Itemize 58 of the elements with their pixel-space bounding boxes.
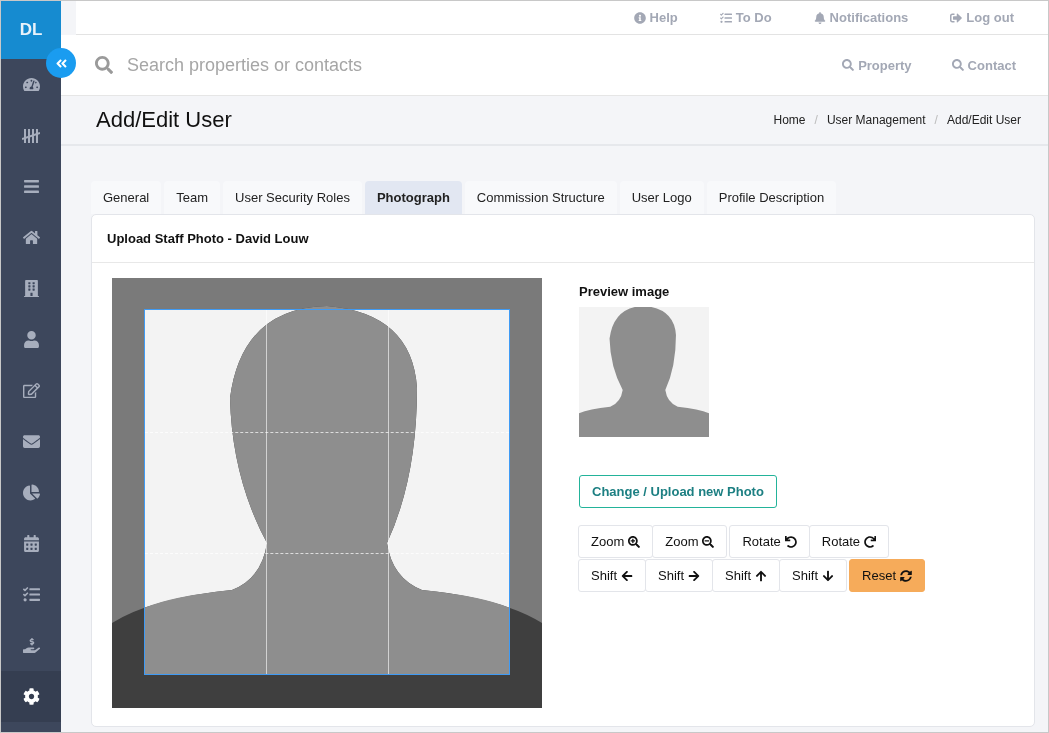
page-title: Add/Edit User bbox=[96, 107, 232, 133]
edit-icon bbox=[22, 382, 40, 399]
settings-icon bbox=[22, 688, 40, 705]
checklist-icon bbox=[719, 11, 732, 24]
arrow-down-icon bbox=[822, 569, 835, 582]
crop-box[interactable] bbox=[144, 309, 510, 675]
envelope-icon bbox=[22, 433, 40, 450]
rotate-left-icon bbox=[784, 535, 797, 548]
tab[interactable]: Team bbox=[164, 181, 221, 214]
toolbar-button[interactable]: Rotate bbox=[808, 525, 890, 558]
building-icon bbox=[22, 280, 40, 297]
arrow-left-icon bbox=[621, 569, 633, 582]
toolbar-button[interactable]: Shift bbox=[712, 559, 781, 592]
zoom-out-icon bbox=[702, 535, 715, 548]
tab[interactable]: User Logo bbox=[619, 181, 704, 214]
menu-icon bbox=[22, 178, 40, 195]
search-icon bbox=[95, 56, 113, 74]
tab[interactable]: User Security Roles bbox=[223, 181, 362, 214]
logout-icon bbox=[950, 11, 963, 24]
search-icon bbox=[842, 59, 855, 71]
pie-chart-icon bbox=[22, 484, 40, 501]
tab[interactable]: Commission Structure bbox=[464, 181, 617, 214]
calendar-icon bbox=[22, 535, 40, 552]
toolbar-button[interactable]: Shift bbox=[645, 559, 714, 592]
refresh-icon bbox=[900, 569, 913, 582]
search-field[interactable]: Search properties or contacts bbox=[125, 53, 803, 77]
home-icon bbox=[22, 229, 40, 246]
upload-button[interactable]: Change / Upload new Photo bbox=[579, 475, 777, 508]
breadcrumb: Add/Edit User bbox=[946, 113, 1021, 127]
rotate-right-icon bbox=[864, 535, 877, 548]
breadcrumb[interactable]: User Management bbox=[826, 113, 926, 127]
checklist-icon bbox=[22, 586, 40, 603]
toolbar-button[interactable]: Shift bbox=[779, 559, 848, 592]
toolbar-button[interactable]: Zoom bbox=[578, 525, 654, 558]
toolbar-button[interactable]: Zoom bbox=[652, 525, 728, 558]
breadcrumb[interactable]: Home bbox=[773, 113, 806, 127]
gauge-icon bbox=[22, 76, 40, 93]
preview-label: Preview image bbox=[579, 284, 671, 299]
info-icon bbox=[633, 11, 646, 24]
search-icon bbox=[951, 59, 964, 71]
sidebar-item[interactable] bbox=[1, 671, 61, 722]
tab[interactable]: General bbox=[91, 181, 162, 214]
money-icon bbox=[22, 637, 40, 654]
card-title: Upload Staff Photo - David Louw bbox=[92, 215, 1034, 263]
zoom-in-icon bbox=[628, 535, 641, 548]
bell-icon bbox=[813, 11, 826, 24]
arrow-right-icon bbox=[688, 569, 701, 582]
arrow-up-icon bbox=[755, 569, 768, 582]
toolbar-button[interactable]: Shift bbox=[578, 559, 646, 592]
breadcrumb-separator: / bbox=[934, 113, 938, 127]
double-chevron-left-icon bbox=[54, 56, 68, 70]
toolbar-button[interactable]: Rotate bbox=[729, 525, 810, 558]
tally-icon bbox=[22, 127, 40, 144]
reset-button[interactable]: Reset bbox=[849, 559, 926, 592]
user-icon bbox=[22, 331, 40, 348]
breadcrumb-separator: / bbox=[814, 113, 818, 127]
tab[interactable]: Profile Description bbox=[706, 181, 837, 214]
tab[interactable]: Photograph bbox=[364, 181, 462, 214]
